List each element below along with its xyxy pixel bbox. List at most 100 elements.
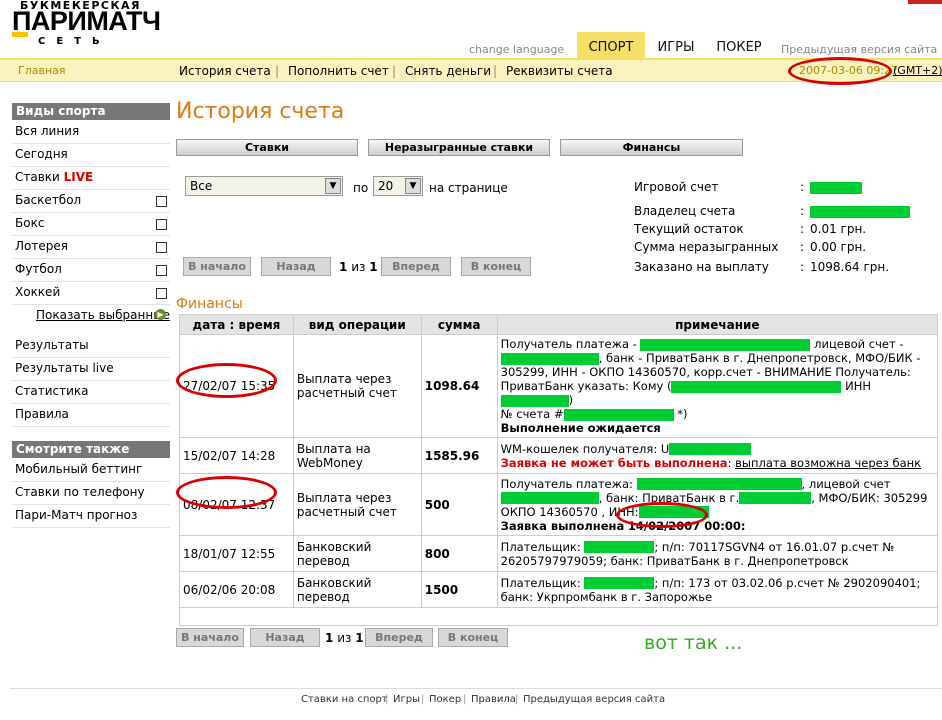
chevron-down-icon[interactable]: ▼ xyxy=(405,178,421,194)
table-row: 27/02/07 15:35 Выплата через расчетный с… xyxy=(179,334,939,438)
row-status-error: Заявка не может быть выполнена xyxy=(500,455,728,470)
tab-games[interactable]: ИГРЫ xyxy=(650,32,702,58)
table-row: 18/01/07 12:55 Банковский перевод 800 Пл… xyxy=(179,535,939,572)
pager-status: 1 из 1 xyxy=(325,631,364,645)
footer-link-poker[interactable]: Покер xyxy=(429,694,461,705)
nav-withdraw-link[interactable]: Снять деньги xyxy=(405,64,491,78)
owner-label: Владелец счета xyxy=(634,204,736,218)
sidebar-item-hockey[interactable]: Хоккей xyxy=(12,282,170,305)
sidebar-item-basketball[interactable]: Баскетбол xyxy=(12,190,170,213)
pager-next-button[interactable]: Вперед xyxy=(381,257,451,276)
nav-requisites-link[interactable]: Реквизиты счета xyxy=(506,64,613,78)
redacted-block xyxy=(810,205,910,218)
sidebar-item-statistics[interactable]: Статистика xyxy=(12,381,170,404)
operation-type-select[interactable]: Все ▼ xyxy=(185,176,343,196)
sidebar-item-label: Ставки xyxy=(15,170,64,184)
nav-separator: | xyxy=(275,64,280,78)
sidebar-item-lottery[interactable]: Лотерея xyxy=(12,236,170,259)
redacted-block xyxy=(739,492,812,504)
pager-of: из xyxy=(337,631,352,645)
annotation-ring xyxy=(176,363,277,398)
footer-link-games[interactable]: Игры xyxy=(393,694,420,705)
sidebar-item-results-live[interactable]: Результаты live xyxy=(12,358,170,381)
note-text: WM-кошелек получателя: U xyxy=(500,441,670,456)
sidebar-item-phone-bets[interactable]: Ставки по телефону xyxy=(12,482,170,505)
change-language-link[interactable]: change language xyxy=(469,43,564,56)
row-operation: Выплата через расчетный счет xyxy=(292,473,422,536)
balance-label: Текущий остаток xyxy=(634,222,744,236)
footer-link-rules[interactable]: Правила xyxy=(471,694,516,705)
table-row-empty xyxy=(179,607,938,626)
redacted-block xyxy=(810,181,862,194)
annotation-ring xyxy=(616,502,708,528)
nav-history-link[interactable]: История счета xyxy=(179,64,271,78)
sidebar-item-label: Футбол xyxy=(15,262,62,276)
lottery-checkbox[interactable] xyxy=(156,242,167,253)
gmt-text: GMT+2 xyxy=(897,64,939,77)
table-row: 15/02/07 14:28 Выплата на WebMoney 1585.… xyxy=(179,437,939,474)
footer-separator: | xyxy=(385,694,389,705)
pager-back-button[interactable]: Назад xyxy=(250,628,320,647)
row-note: Плательщик: ; п/п: 70117SGVN4 от 16.01.0… xyxy=(496,535,939,572)
sidebar-item-mobile-betting[interactable]: Мобильный беттинг xyxy=(12,459,170,482)
pager-last-button[interactable]: В конец xyxy=(438,628,508,647)
row-date: 18/01/07 12:55 xyxy=(179,535,294,572)
annotation-text: вот так ... xyxy=(644,632,743,654)
annotation-ring xyxy=(788,57,892,85)
previous-site-link[interactable]: Предыдущая версия сайта xyxy=(781,43,937,56)
show-selected-link[interactable]: Показать выбранные xyxy=(36,308,170,322)
note-text: , МФО/БИК: 305299 xyxy=(811,490,928,505)
footer-link-sport[interactable]: Ставки на спорт xyxy=(301,694,388,705)
boxing-checkbox[interactable] xyxy=(156,219,167,230)
operation-type-value: Все xyxy=(190,179,213,193)
sidebar-item-all-line[interactable]: Вся линия xyxy=(12,121,170,144)
note-text: ИНН xyxy=(845,379,872,393)
pager-last-button[interactable]: В конец xyxy=(461,257,531,276)
row-sum: 1098.64 xyxy=(420,334,498,438)
colon: : xyxy=(800,222,805,236)
bets-tab-button[interactable]: Ставки xyxy=(176,139,358,156)
sidebar-item-results[interactable]: Результаты xyxy=(12,335,170,358)
note-text: 26205797979059; банк: ПриватБанк в г. Дн… xyxy=(500,553,849,568)
hockey-checkbox[interactable] xyxy=(156,288,167,299)
note-text: лицевой счет - xyxy=(814,337,904,351)
note-text: 305299, ИНН - ОКПО 14360570, корр.счет -… xyxy=(500,365,911,379)
sidebar-item-forecast[interactable]: Пари-Матч прогноз xyxy=(12,505,170,528)
sidebar-item-label: Мобильный беттинг xyxy=(15,462,143,476)
account-value xyxy=(810,180,862,194)
redacted-block xyxy=(500,492,599,504)
pager-status: 1 из 1 xyxy=(339,260,378,274)
pager-next-button[interactable]: Вперед xyxy=(365,628,433,647)
balance-value: 0.01 грн. xyxy=(810,222,867,236)
sidebar-item-football[interactable]: Футбол xyxy=(12,259,170,282)
sports-header: Виды спорта xyxy=(12,103,170,120)
arrow-right-icon[interactable]: ▶ xyxy=(155,309,166,320)
basketball-checkbox[interactable] xyxy=(156,196,167,207)
nav-deposit-link[interactable]: Пополнить счет xyxy=(288,64,389,78)
live-label: LIVE xyxy=(63,170,94,184)
bank-payout-link[interactable]: выплата возможна через банк xyxy=(735,456,921,470)
sidebar-item-today[interactable]: Сегодня xyxy=(12,144,170,167)
tab-sport[interactable]: СПОРТ xyxy=(577,32,645,58)
table-row: 06/02/06 20:08 Банковский перевод 1500 П… xyxy=(179,571,939,608)
sidebar-item-boxing[interactable]: Бокс xyxy=(12,213,170,236)
football-checkbox[interactable] xyxy=(156,265,167,276)
pager-back-button[interactable]: Назад xyxy=(261,257,331,276)
row-note: Получатель платежа: , лицевой счет , бан… xyxy=(496,473,939,536)
per-page-select[interactable]: 20 ▼ xyxy=(373,176,423,196)
pager-first-button[interactable]: В начало xyxy=(176,628,244,647)
pager-first-button[interactable]: В начало xyxy=(183,257,251,276)
unplayed-bets-tab-button[interactable]: Неразыгранные ставки xyxy=(368,139,550,156)
sidebar-item-live[interactable]: Ставки LIVE xyxy=(12,167,170,190)
unplayed-sum-value: 0.00 грн. xyxy=(810,240,867,254)
footer-separator: | xyxy=(463,694,467,705)
sidebar-item-rules[interactable]: Правила xyxy=(12,404,170,427)
unplayed-sum-label: Сумма неразыгранных xyxy=(634,240,779,254)
nav-home-link[interactable]: Главная xyxy=(18,64,66,77)
chevron-down-icon[interactable]: ▼ xyxy=(325,178,341,194)
footer-divider xyxy=(10,688,942,689)
gmt-link[interactable]: (GMT+2) xyxy=(893,64,942,77)
footer-link-prev-site[interactable]: Предыдущая версия сайта xyxy=(523,694,665,705)
finance-tab-button[interactable]: Финансы xyxy=(560,139,743,156)
tab-poker[interactable]: ПОКЕР xyxy=(710,32,768,58)
